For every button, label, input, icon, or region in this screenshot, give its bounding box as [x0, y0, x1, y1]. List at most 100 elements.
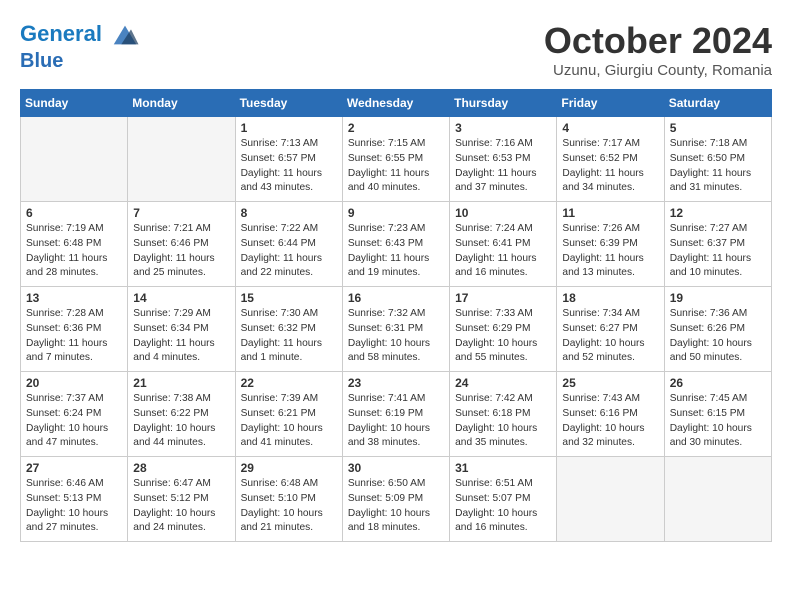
calendar-cell: 26Sunrise: 7:45 AM Sunset: 6:15 PM Dayli…	[664, 372, 771, 457]
day-number: 1	[241, 121, 337, 135]
day-info: Sunrise: 7:30 AM Sunset: 6:32 PM Dayligh…	[241, 307, 337, 366]
calendar-cell	[664, 457, 771, 542]
day-info: Sunrise: 7:36 AM Sunset: 6:26 PM Dayligh…	[670, 307, 766, 366]
weekday-header-row: SundayMondayTuesdayWednesdayThursdayFrid…	[21, 90, 772, 117]
day-number: 5	[670, 121, 766, 135]
day-info: Sunrise: 7:45 AM Sunset: 6:15 PM Dayligh…	[670, 392, 766, 451]
day-number: 8	[241, 206, 337, 220]
calendar-cell: 16 Sunrise: 7:32 AM Sunset: 6:31 PM Dayli…	[342, 287, 449, 372]
day-number: 29	[241, 461, 337, 475]
calendar-cell: 22Sunrise: 7:39 AM Sunset: 6:21 PM Dayli…	[235, 372, 342, 457]
day-info: Sunrise: 7:26 AM Sunset: 6:39 PM Dayligh…	[562, 222, 658, 281]
day-number: 28	[133, 461, 229, 475]
day-info: Sunrise: 7:33 AM Sunset: 6:29 PM Dayligh…	[455, 307, 551, 366]
day-number: 14	[133, 291, 229, 305]
day-number: 11	[562, 206, 658, 220]
calendar-cell: 8 Sunrise: 7:22 AM Sunset: 6:44 PM Daylig…	[235, 202, 342, 287]
calendar-cell: 31 Sunrise: 6:51 AM Sunset: 5:07 PM Dayli…	[450, 457, 557, 542]
week-row-2: 6 Sunrise: 7:19 AM Sunset: 6:48 PM Daylig…	[21, 202, 772, 287]
calendar-cell: 1Sunrise: 7:13 AM Sunset: 6:57 PM Daylig…	[235, 117, 342, 202]
calendar-cell	[557, 457, 664, 542]
weekday-header-wednesday: Wednesday	[342, 90, 449, 117]
calendar-cell: 11 Sunrise: 7:26 AM Sunset: 6:39 PM Dayli…	[557, 202, 664, 287]
calendar-cell: 20 Sunrise: 7:37 AM Sunset: 6:24 PM Dayli…	[21, 372, 128, 457]
day-info: Sunrise: 7:24 AM Sunset: 6:41 PM Dayligh…	[455, 222, 551, 281]
calendar-cell: 19 Sunrise: 7:36 AM Sunset: 6:26 PM Dayli…	[664, 287, 771, 372]
calendar-cell: 24 Sunrise: 7:42 AM Sunset: 6:18 PM Dayli…	[450, 372, 557, 457]
day-info: Sunrise: 7:16 AM Sunset: 6:53 PM Dayligh…	[455, 137, 551, 196]
day-number: 31	[455, 461, 551, 475]
calendar-cell: 6 Sunrise: 7:19 AM Sunset: 6:48 PM Daylig…	[21, 202, 128, 287]
day-info: Sunrise: 7:38 AM Sunset: 6:22 PM Dayligh…	[133, 392, 229, 451]
day-number: 27	[26, 461, 122, 475]
day-info: Sunrise: 6:50 AM Sunset: 5:09 PM Dayligh…	[348, 477, 444, 536]
weekday-header-friday: Friday	[557, 90, 664, 117]
calendar-cell: 2 Sunrise: 7:15 AM Sunset: 6:55 PM Daylig…	[342, 117, 449, 202]
calendar-table: SundayMondayTuesdayWednesdayThursdayFrid…	[20, 89, 772, 542]
calendar-cell: 23 Sunrise: 7:41 AM Sunset: 6:19 PM Dayli…	[342, 372, 449, 457]
day-info: Sunrise: 7:22 AM Sunset: 6:44 PM Dayligh…	[241, 222, 337, 281]
calendar-cell: 28 Sunrise: 6:47 AM Sunset: 5:12 PM Dayli…	[128, 457, 235, 542]
weekday-header-thursday: Thursday	[450, 90, 557, 117]
day-number: 10	[455, 206, 551, 220]
day-info: Sunrise: 7:21 AM Sunset: 6:46 PM Dayligh…	[133, 222, 229, 281]
day-info: Sunrise: 7:18 AM Sunset: 6:50 PM Dayligh…	[670, 137, 766, 196]
day-number: 9	[348, 206, 444, 220]
week-row-3: 13 Sunrise: 7:28 AM Sunset: 6:36 PM Dayli…	[21, 287, 772, 372]
weekday-header-tuesday: Tuesday	[235, 90, 342, 117]
weekday-header-sunday: Sunday	[21, 90, 128, 117]
day-info: Sunrise: 7:37 AM Sunset: 6:24 PM Dayligh…	[26, 392, 122, 451]
day-number: 24	[455, 376, 551, 390]
day-number: 30	[348, 461, 444, 475]
day-info: Sunrise: 7:32 AM Sunset: 6:31 PM Dayligh…	[348, 307, 444, 366]
logo-blue: Blue	[20, 50, 140, 72]
weekday-header-saturday: Saturday	[664, 90, 771, 117]
title-block: October 2024 Uzunu, Giurgiu County, Roma…	[544, 20, 772, 79]
day-number: 3	[455, 121, 551, 135]
day-number: 17	[455, 291, 551, 305]
day-number: 15	[241, 291, 337, 305]
day-number: 22	[241, 376, 337, 390]
calendar-cell: 5 Sunrise: 7:18 AM Sunset: 6:50 PM Daylig…	[664, 117, 771, 202]
day-info: Sunrise: 7:23 AM Sunset: 6:43 PM Dayligh…	[348, 222, 444, 281]
calendar-cell: 7 Sunrise: 7:21 AM Sunset: 6:46 PM Daylig…	[128, 202, 235, 287]
week-row-5: 27Sunrise: 6:46 AM Sunset: 5:13 PM Dayli…	[21, 457, 772, 542]
calendar-cell: 21 Sunrise: 7:38 AM Sunset: 6:22 PM Dayli…	[128, 372, 235, 457]
day-number: 7	[133, 206, 229, 220]
day-number: 16	[348, 291, 444, 305]
calendar-cell	[21, 117, 128, 202]
day-number: 20	[26, 376, 122, 390]
day-info: Sunrise: 7:28 AM Sunset: 6:36 PM Dayligh…	[26, 307, 122, 366]
day-info: Sunrise: 7:19 AM Sunset: 6:48 PM Dayligh…	[26, 222, 122, 281]
logo: General Blue	[20, 20, 140, 72]
calendar-cell: 25Sunrise: 7:43 AM Sunset: 6:16 PM Dayli…	[557, 372, 664, 457]
calendar-cell	[128, 117, 235, 202]
page-header: General Blue October 2024 Uzunu, Giurgiu…	[20, 20, 772, 79]
calendar-cell: 10 Sunrise: 7:24 AM Sunset: 6:41 PM Dayli…	[450, 202, 557, 287]
day-number: 23	[348, 376, 444, 390]
day-info: Sunrise: 6:47 AM Sunset: 5:12 PM Dayligh…	[133, 477, 229, 536]
calendar-body: 1Sunrise: 7:13 AM Sunset: 6:57 PM Daylig…	[21, 117, 772, 542]
calendar-cell: 29Sunrise: 6:48 AM Sunset: 5:10 PM Dayli…	[235, 457, 342, 542]
day-info: Sunrise: 7:27 AM Sunset: 6:37 PM Dayligh…	[670, 222, 766, 281]
day-info: Sunrise: 6:51 AM Sunset: 5:07 PM Dayligh…	[455, 477, 551, 536]
day-info: Sunrise: 7:15 AM Sunset: 6:55 PM Dayligh…	[348, 137, 444, 196]
day-number: 6	[26, 206, 122, 220]
calendar-cell: 17 Sunrise: 7:33 AM Sunset: 6:29 PM Dayli…	[450, 287, 557, 372]
month-title: October 2024	[544, 20, 772, 62]
day-info: Sunrise: 7:34 AM Sunset: 6:27 PM Dayligh…	[562, 307, 658, 366]
calendar-cell: 4Sunrise: 7:17 AM Sunset: 6:52 PM Daylig…	[557, 117, 664, 202]
logo-text: General	[20, 20, 140, 50]
day-info: Sunrise: 7:41 AM Sunset: 6:19 PM Dayligh…	[348, 392, 444, 451]
day-number: 19	[670, 291, 766, 305]
calendar-cell: 30 Sunrise: 6:50 AM Sunset: 5:09 PM Dayli…	[342, 457, 449, 542]
day-info: Sunrise: 7:17 AM Sunset: 6:52 PM Dayligh…	[562, 137, 658, 196]
calendar-cell: 13 Sunrise: 7:28 AM Sunset: 6:36 PM Dayli…	[21, 287, 128, 372]
day-info: Sunrise: 7:42 AM Sunset: 6:18 PM Dayligh…	[455, 392, 551, 451]
day-number: 21	[133, 376, 229, 390]
calendar-cell: 3 Sunrise: 7:16 AM Sunset: 6:53 PM Daylig…	[450, 117, 557, 202]
day-number: 13	[26, 291, 122, 305]
day-number: 12	[670, 206, 766, 220]
day-number: 2	[348, 121, 444, 135]
day-number: 25	[562, 376, 658, 390]
